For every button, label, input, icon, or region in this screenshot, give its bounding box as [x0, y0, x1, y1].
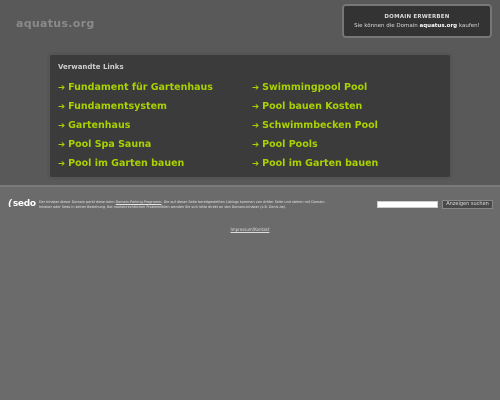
- related-link[interactable]: ➔ Pool Spa Sauna: [58, 138, 151, 152]
- buy-domain-name: aquatus.org: [419, 23, 458, 29]
- related-link[interactable]: ➔ Fundamentsystem: [58, 100, 167, 114]
- arrow-icon: ➔: [252, 121, 260, 131]
- arrow-icon: ➔: [58, 121, 66, 131]
- sedo-logo-text: sedo: [12, 199, 36, 209]
- related-link-label: Pool bauen Kosten: [262, 101, 363, 112]
- sedo-swoosh-icon: (: [8, 199, 12, 209]
- related-link[interactable]: ➔ Pool bauen Kosten: [252, 100, 362, 114]
- related-link-label: Pool im Garten bauen: [68, 158, 185, 169]
- buy-text-before: Sie können die Domain: [354, 23, 418, 29]
- related-link-label: Pool Spa Sauna: [68, 139, 152, 150]
- search-input[interactable]: [377, 201, 438, 208]
- arrow-icon: ➔: [252, 83, 260, 93]
- related-link-label: Fundamentsystem: [68, 101, 167, 112]
- buy-domain-box[interactable]: DOMAIN ERWERBEN Sie können die Domain aq…: [342, 4, 492, 38]
- arrow-icon: ➔: [58, 140, 66, 150]
- arrow-icon: ➔: [58, 159, 66, 169]
- related-link[interactable]: ➔ Pool im Garten bauen: [252, 157, 378, 171]
- search-button[interactable]: Anzeigen suchen: [442, 200, 493, 209]
- header-area: aquatus.org DOMAIN ERWERBEN Sie können d…: [0, 0, 500, 187]
- buy-domain-title: DOMAIN ERWERBEN: [384, 14, 450, 20]
- impressum-link[interactable]: Impressum/Kontakt: [0, 227, 500, 232]
- related-link[interactable]: ➔ Schwimmbecken Pool: [252, 119, 378, 133]
- disclaimer-text: Der Inhaber dieser Domain parkt diese be…: [39, 200, 329, 210]
- related-link-label: Swimmingpool Pool: [262, 82, 368, 93]
- related-link-label: Pool Pools: [262, 139, 318, 150]
- related-link[interactable]: ➔ Gartenhaus: [58, 119, 130, 133]
- domain-parking-link[interactable]: Domain-Parking-Programm: [116, 200, 162, 204]
- arrow-icon: ➔: [252, 140, 260, 150]
- disclaimer-part-1: Der Inhaber dieser Domain parkt diese be…: [39, 200, 115, 204]
- related-link[interactable]: ➔ Swimmingpool Pool: [252, 81, 367, 95]
- related-links-panel: Verwandte Links ➔ Fundament für Gartenhau…: [47, 52, 453, 180]
- related-link[interactable]: ➔ Fundament für Gartenhaus: [58, 81, 213, 95]
- related-link-label: Gartenhaus: [68, 120, 131, 131]
- related-link[interactable]: ➔ Pool Pools: [252, 138, 318, 152]
- arrow-icon: ➔: [252, 102, 260, 112]
- arrow-icon: ➔: [58, 83, 66, 93]
- sedo-logo[interactable]: (sedo: [8, 199, 36, 209]
- arrow-icon: ➔: [252, 159, 260, 169]
- related-links-title: Verwandte Links: [58, 63, 124, 71]
- buy-text-after: kaufen!: [458, 23, 480, 29]
- buy-domain-text: Sie können die Domain aquatus.org kaufen…: [344, 23, 490, 29]
- domain-title: aquatus.org: [16, 17, 95, 30]
- related-link-label: Fundament für Gartenhaus: [68, 82, 213, 93]
- arrow-icon: ➔: [58, 102, 66, 112]
- related-link-label: Schwimmbecken Pool: [262, 120, 378, 131]
- related-link-label: Pool im Garten bauen: [262, 158, 379, 169]
- related-link[interactable]: ➔ Pool im Garten bauen: [58, 157, 184, 171]
